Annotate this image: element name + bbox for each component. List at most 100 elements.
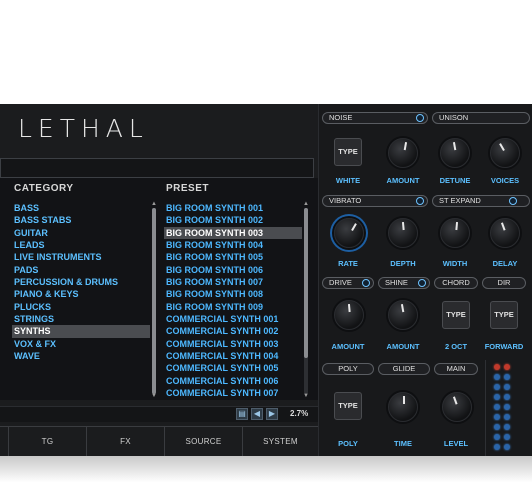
glide-button[interactable]: GLIDE <box>378 363 430 375</box>
level-label: LEVEL <box>443 439 469 448</box>
chord-type-button[interactable]: TYPE <box>442 301 470 329</box>
vibrato-depth-knob[interactable] <box>388 218 418 248</box>
preset-list-item[interactable]: BIG ROOM SYNTH 009 <box>164 301 302 313</box>
zoom-level: 2.7% <box>290 409 309 418</box>
shine-label: SHINE <box>385 278 408 287</box>
dir-button[interactable]: DIR <box>482 277 526 289</box>
preset-list-item[interactable]: BIG ROOM SYNTH 005 <box>164 251 302 263</box>
meter-led-icon <box>504 414 510 420</box>
category-scroll-up-icon[interactable]: ▲ <box>151 201 157 207</box>
category-list-item[interactable]: GUITAR <box>12 227 150 239</box>
st-expand-toggle[interactable]: ST EXPAND <box>432 195 530 207</box>
meter-led-icon <box>504 444 510 450</box>
category-list-item[interactable]: LEADS <box>12 239 150 251</box>
category-scrollbar[interactable] <box>152 208 156 394</box>
shine-amount-knob[interactable] <box>388 300 418 330</box>
glide-time-knob[interactable] <box>388 392 418 422</box>
category-scroll-down-icon[interactable]: ▼ <box>151 393 157 399</box>
preset-search-field[interactable] <box>0 158 314 178</box>
dir-type-button[interactable]: TYPE <box>490 301 518 329</box>
category-list-item[interactable]: VOX & FX <box>12 338 150 350</box>
preset-list-item[interactable]: COMMERCIAL SYNTH 006 <box>164 375 302 387</box>
category-list-item[interactable]: PLUCKS <box>12 301 150 313</box>
delay-knob[interactable] <box>490 218 520 248</box>
category-header: CATEGORY <box>14 183 74 194</box>
drive-amount-knob[interactable] <box>334 300 364 330</box>
preset-list-item[interactable]: COMMERCIAL SYNTH 007 <box>164 387 302 399</box>
voices-label: VOICES <box>490 176 520 185</box>
voices-knob[interactable] <box>490 138 520 168</box>
prev-preset-icon[interactable]: ◀ <box>251 408 263 420</box>
poly-button[interactable]: POLY <box>322 363 374 375</box>
category-scroll-thumb[interactable] <box>152 208 156 394</box>
preset-scroll-thumb[interactable] <box>304 208 308 358</box>
main-level-knob[interactable] <box>442 392 472 422</box>
preset-scrollbar[interactable] <box>304 208 308 394</box>
preset-list-item[interactable]: BIG ROOM SYNTH 007 <box>164 276 302 288</box>
preset-list-item[interactable]: COMMERCIAL SYNTH 002 <box>164 325 302 337</box>
category-list-item[interactable]: BASS <box>12 202 150 214</box>
meter-led-icon <box>494 424 500 430</box>
unison-label: UNISON <box>439 113 469 122</box>
preset-list-item[interactable]: BIG ROOM SYNTH 001 <box>164 202 302 214</box>
category-list-item[interactable]: BASS STABS <box>12 214 150 226</box>
noise-led-icon <box>416 114 424 122</box>
preset-list-item[interactable]: COMMERCIAL SYNTH 005 <box>164 362 302 374</box>
delay-label: DELAY <box>492 259 518 268</box>
st-expand-led-icon <box>509 197 517 205</box>
category-list-item[interactable]: WAVE <box>12 350 150 362</box>
tab-tg[interactable]: TG <box>8 426 86 458</box>
preset-list-item[interactable]: COMMERCIAL SYNTH 003 <box>164 338 302 350</box>
tab-fx[interactable]: FX <box>86 426 164 458</box>
detune-knob[interactable] <box>440 138 470 168</box>
meter-led-icon <box>494 384 500 390</box>
chord-button[interactable]: CHORD <box>434 277 478 289</box>
noise-type-button[interactable]: TYPE <box>334 138 362 166</box>
next-preset-icon[interactable]: ▶ <box>266 408 278 420</box>
category-list-item[interactable]: SYNTHS <box>12 325 150 338</box>
noise-toggle[interactable]: NOISE <box>322 112 428 124</box>
two-oct-label: 2 OCT <box>444 342 468 351</box>
category-list-item[interactable]: PADS <box>12 264 150 276</box>
poly-type-button[interactable]: TYPE <box>334 392 362 420</box>
shine-amount-label: AMOUNT <box>386 342 420 351</box>
drive-label: DRIVE <box>329 278 352 287</box>
meter-led-icon <box>494 414 500 420</box>
width-knob[interactable] <box>440 218 470 248</box>
meter-led-icon <box>504 404 510 410</box>
preset-list-item[interactable]: BIG ROOM SYNTH 002 <box>164 214 302 226</box>
plugin-window: LETHAL CATEGORY PRESET BASS BASS STABS GUI… <box>0 104 532 458</box>
preset-list-item[interactable]: BIG ROOM SYNTH 006 <box>164 264 302 276</box>
preset-list-item[interactable]: BIG ROOM SYNTH 003 <box>164 226 302 240</box>
category-list-item[interactable]: LIVE INSTRUMENTS <box>12 251 150 263</box>
vibrato-toggle[interactable]: VIBRATO <box>322 195 428 207</box>
meter-led-icon <box>504 424 510 430</box>
tab-source[interactable]: SOURCE <box>164 426 242 458</box>
main-button[interactable]: MAIN <box>434 363 478 375</box>
tab-system[interactable]: SYSTEM <box>242 426 318 458</box>
meter-divider <box>485 360 486 456</box>
shine-toggle[interactable]: SHINE <box>378 277 430 289</box>
preset-list-item[interactable]: COMMERCIAL SYNTH 001 <box>164 313 302 325</box>
preset-list-item[interactable]: BIG ROOM SYNTH 008 <box>164 288 302 300</box>
drive-led-icon <box>362 279 370 287</box>
meter-led-icon <box>504 434 510 440</box>
meter-led-icon <box>504 394 510 400</box>
time-label: TIME <box>394 439 412 448</box>
unison-toggle[interactable]: UNISON <box>432 112 530 124</box>
category-list-item[interactable]: STRINGS <box>12 313 150 325</box>
preset-scroll-up-icon[interactable]: ▲ <box>303 201 309 207</box>
category-list-item[interactable]: PERCUSSION & DRUMS <box>12 276 150 288</box>
drive-toggle[interactable]: DRIVE <box>322 277 374 289</box>
st-expand-label: ST EXPAND <box>439 196 481 205</box>
meter-led-icon <box>494 434 500 440</box>
category-list-item[interactable]: PIANO & KEYS <box>12 288 150 300</box>
noise-amount-knob[interactable] <box>388 138 418 168</box>
vibrato-rate-knob[interactable] <box>334 218 364 248</box>
preset-list-item[interactable]: COMMERCIAL SYNTH 004 <box>164 350 302 362</box>
preset-list-item[interactable]: BIG ROOM SYNTH 004 <box>164 239 302 251</box>
window-shadow <box>0 456 532 494</box>
preset-scroll-down-icon[interactable]: ▼ <box>303 393 309 399</box>
save-icon[interactable]: ▤ <box>236 408 248 420</box>
meter-led-icon <box>504 364 510 370</box>
